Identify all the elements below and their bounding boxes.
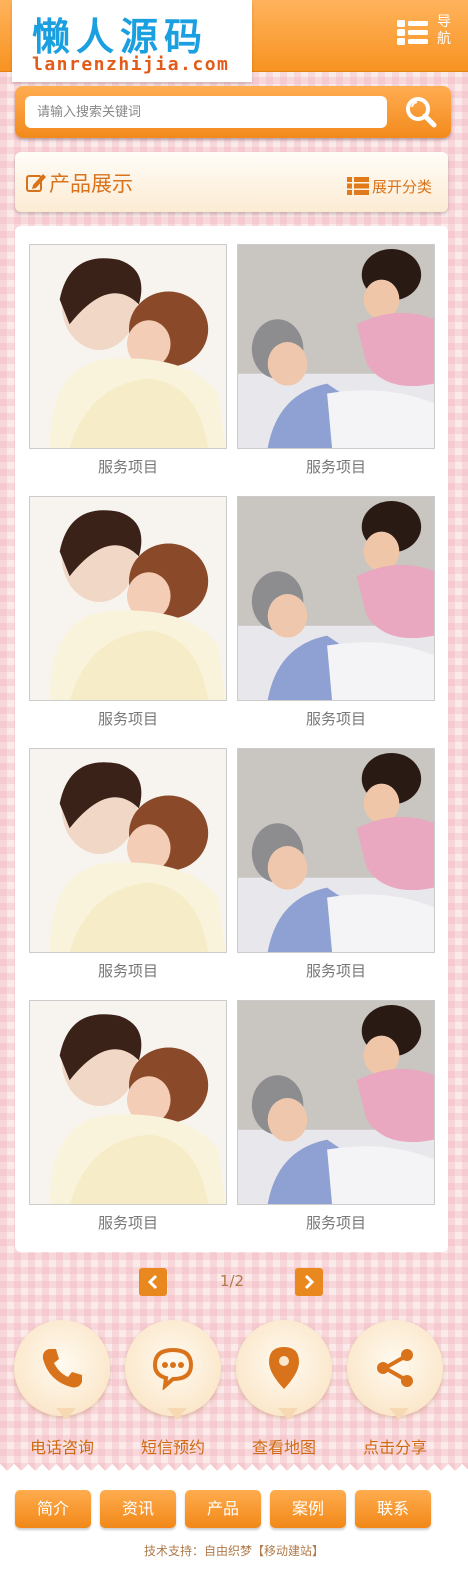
search-icon (406, 97, 437, 128)
expand-label: 展开分类 (371, 177, 432, 196)
pagination: 1/2 (0, 1268, 468, 1298)
footer: 简介 资讯 产品 案例 联系 技术支持：自由织梦【移动建站】 (0, 1476, 468, 1586)
prev-page-button[interactable] (139, 1268, 167, 1296)
mother-baby-photo[interactable] (29, 1000, 227, 1205)
next-page-button[interactable] (295, 1268, 323, 1296)
map-pin-icon (269, 1347, 299, 1389)
nav-menu-button[interactable]: 导航 (396, 14, 452, 54)
action-label: 查看地图 (251, 1438, 316, 1457)
expand-categories-button[interactable]: 展开分类 (346, 176, 432, 196)
list-icon (346, 177, 369, 195)
product-caption: 服务项目 (97, 458, 158, 476)
action-call[interactable]: 电话咨询 (14, 1320, 110, 1462)
product-caption: 服务项目 (97, 710, 158, 728)
elderly-care-photo[interactable] (237, 496, 435, 701)
product-grid: 服务项目 服务项目 服务项目 服务项目 服务项目 服务项目 服务项目 服务项目 (15, 226, 448, 1252)
chevron-left-icon (147, 1274, 158, 1290)
logo-title: 懒人源码 (32, 15, 209, 59)
section-title: 产品展示 (49, 172, 133, 196)
search-button[interactable] (403, 94, 439, 130)
product-caption: 服务项目 (97, 1214, 158, 1232)
footer-nav: 简介 资讯 产品 案例 联系 (15, 1490, 451, 1528)
action-bubble (236, 1320, 332, 1416)
mother-baby-photo[interactable] (29, 748, 227, 953)
search-bar (15, 86, 451, 138)
product-caption: 服务项目 (305, 458, 366, 476)
product-caption: 服务项目 (97, 962, 158, 980)
product-caption: 服务项目 (305, 1214, 366, 1232)
elderly-care-photo[interactable] (237, 748, 435, 953)
product-item[interactable]: 服务项目 (29, 748, 227, 988)
product-item[interactable]: 服务项目 (29, 244, 227, 484)
footer-link-cases[interactable]: 案例 (270, 1490, 346, 1528)
mother-baby-photo[interactable] (29, 496, 227, 701)
chevron-right-icon (304, 1274, 315, 1290)
action-map[interactable]: 查看地图 (236, 1320, 332, 1462)
product-item[interactable]: 服务项目 (29, 1000, 227, 1240)
action-bubble (14, 1320, 110, 1416)
page-indicator: 1/2 (219, 1272, 245, 1290)
elderly-care-photo[interactable] (237, 244, 435, 449)
mother-baby-photo[interactable] (29, 244, 227, 449)
product-item[interactable]: 服务项目 (29, 496, 227, 736)
footer-link-contact[interactable]: 联系 (355, 1490, 431, 1528)
header: 懒人源码 lanrenzhijia.com 导航 (0, 0, 468, 82)
phone-icon (42, 1349, 82, 1388)
action-share[interactable]: 点击分享 (347, 1320, 443, 1462)
product-item[interactable]: 服务项目 (237, 244, 435, 484)
product-item[interactable]: 服务项目 (237, 1000, 435, 1240)
search-input[interactable] (25, 96, 387, 128)
edit-icon (26, 174, 46, 192)
nav-label: 导航 (437, 14, 451, 47)
message-icon (152, 1347, 194, 1390)
logo[interactable]: 懒人源码 lanrenzhijia.com (12, 0, 252, 82)
share-icon (377, 1349, 413, 1387)
product-caption: 服务项目 (305, 962, 366, 980)
footer-link-products[interactable]: 产品 (185, 1490, 261, 1528)
action-bubble (125, 1320, 221, 1416)
footer-link-intro[interactable]: 简介 (15, 1490, 91, 1528)
action-bubble (347, 1320, 443, 1416)
product-caption: 服务项目 (305, 710, 366, 728)
logo-domain: lanrenzhijia.com (32, 54, 230, 75)
product-item[interactable]: 服务项目 (237, 496, 435, 736)
action-sms[interactable]: 短信预约 (125, 1320, 221, 1462)
category-header: 产品展示 展开分类 (15, 152, 448, 212)
menu-list-icon (397, 20, 428, 45)
action-label: 点击分享 (362, 1438, 427, 1457)
action-label: 电话咨询 (29, 1438, 94, 1457)
product-item[interactable]: 服务项目 (237, 748, 435, 988)
copyright-text: 技术支持：自由织梦【移动建站】 (143, 1544, 324, 1558)
action-label: 短信预约 (140, 1438, 205, 1457)
elderly-care-photo[interactable] (237, 1000, 435, 1205)
footer-link-news[interactable]: 资讯 (100, 1490, 176, 1528)
